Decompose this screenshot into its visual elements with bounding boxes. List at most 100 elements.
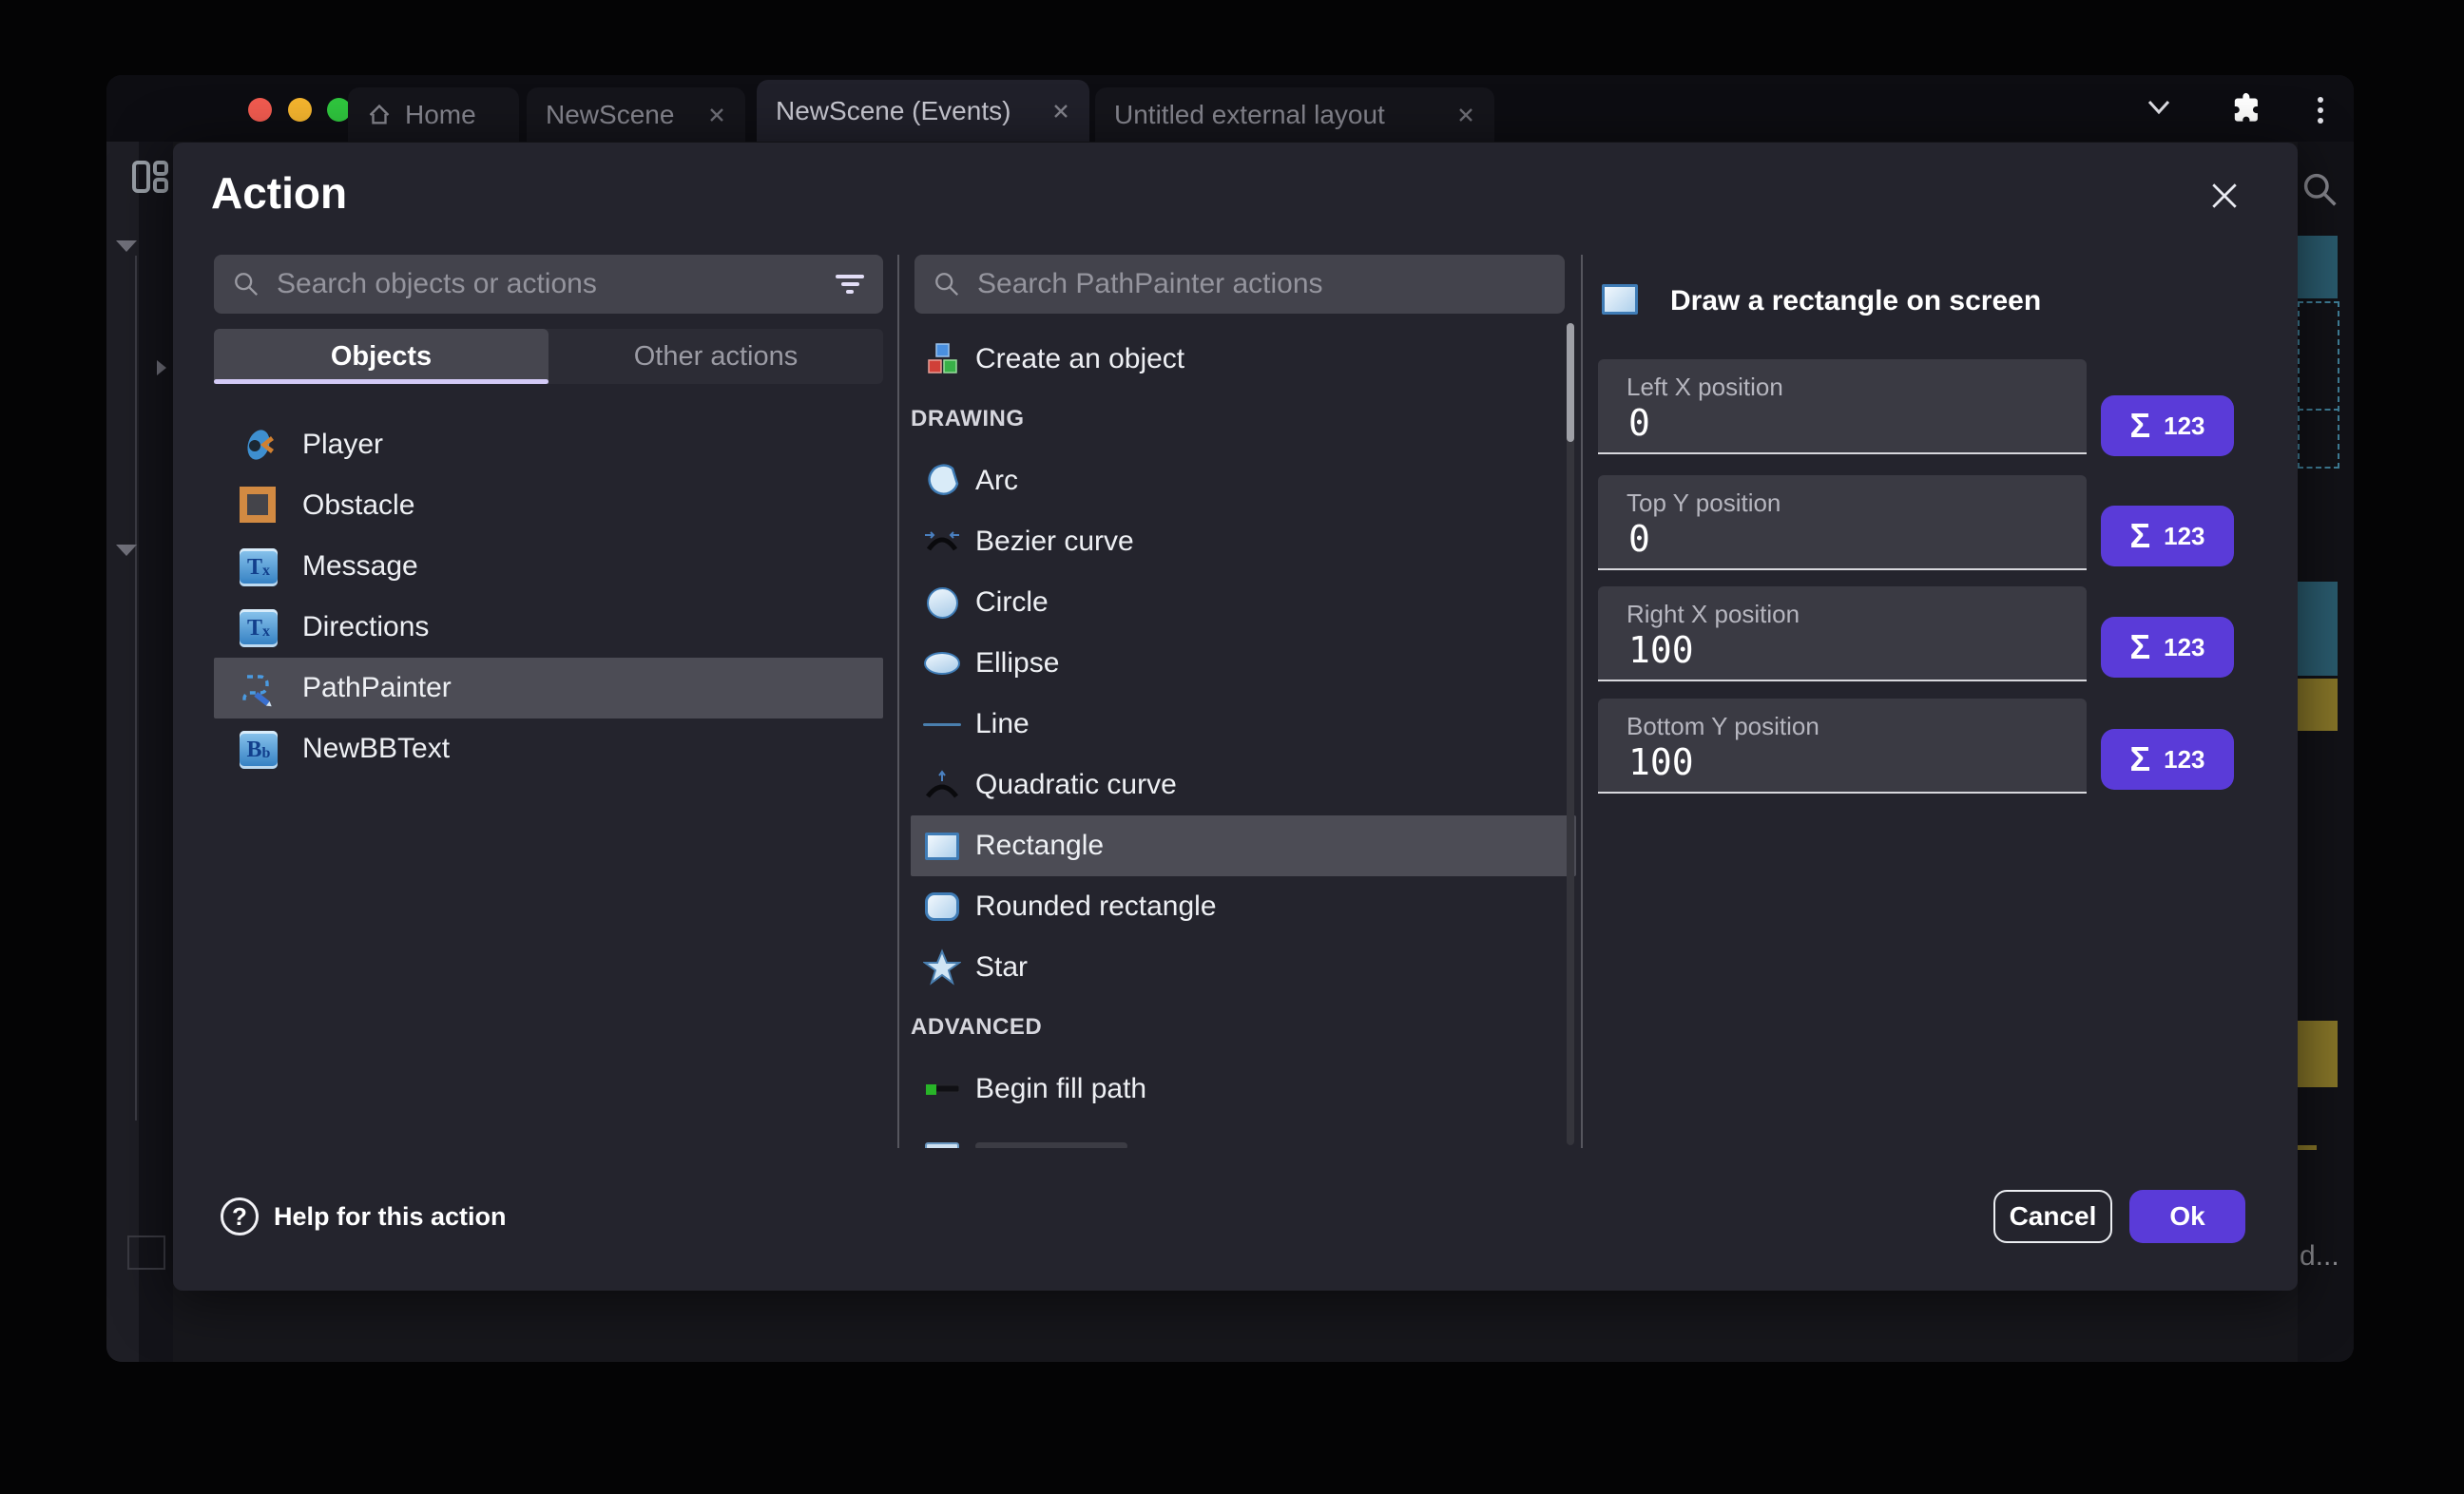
action-label: Bezier curve [975,526,1134,558]
panel-divider [897,255,899,1148]
action-row-clipped[interactable] [911,1121,1576,1148]
action-row-rectangle-selected[interactable]: Rectangle [911,815,1576,876]
section-header-drawing: DRAWING [911,406,1025,432]
expression-editor-button[interactable]: Σ 123 [2101,617,2234,678]
action-row-ellipse[interactable]: Ellipse [911,633,1576,694]
tab-close-icon[interactable] [1051,102,1070,121]
line-icon [923,705,961,743]
object-row-obstacle[interactable]: Obstacle [214,475,883,536]
traffic-close-button[interactable] [248,98,272,122]
object-label: Player [302,429,383,461]
tab-close-icon[interactable] [1456,105,1475,124]
action-row-star[interactable]: Star [911,937,1576,998]
event-action-sliver [2298,1145,2317,1150]
action-row-circle[interactable]: Circle [911,572,1576,633]
event-drop-target [2298,301,2339,469]
text-object-icon: Tx [240,548,278,586]
action-row-quadratic-curve[interactable]: Quadratic curve [911,755,1576,815]
action-row-arc[interactable]: Arc [911,450,1576,511]
object-row-player[interactable]: Player [214,414,883,475]
action-row-rounded-rectangle[interactable]: Rounded rectangle [911,876,1576,937]
tab-other-actions[interactable]: Other actions [549,329,883,384]
object-row-message[interactable]: Tx Message [214,536,883,597]
field-label: Bottom Y position [1627,712,1819,741]
tab-newscene-events[interactable]: NewScene (Events) [757,80,1089,142]
action-label: Ellipse [975,647,1059,680]
object-row-pathpainter-selected[interactable]: PathPainter [214,658,883,718]
ok-button[interactable]: Ok [2129,1190,2245,1243]
tab-untitled-external-layout[interactable]: Untitled external layout [1095,87,1494,142]
sigma-icon: Σ [2130,739,2151,779]
object-label: PathPainter [302,672,452,704]
kebab-menu-icon[interactable] [2318,92,2323,128]
action-row-bezier-curve[interactable]: Bezier curve [911,511,1576,572]
tab-label: Untitled external layout [1114,100,1385,130]
event-action-block [2298,679,2338,731]
field-label: Top Y position [1627,488,1781,518]
cancel-button[interactable]: Cancel [1993,1190,2112,1243]
action-row-line[interactable]: Line [911,694,1576,755]
help-link[interactable]: ? Help for this action [221,1197,507,1235]
action-sentence-title: Draw a rectangle on screen [1670,285,2279,317]
arc-icon [923,462,961,500]
collapse-arrow-icon[interactable] [116,240,137,252]
create-object-icon [923,340,961,378]
rectangle-icon [923,827,961,865]
filter-icon[interactable] [836,271,864,297]
tab-close-icon[interactable] [707,105,726,124]
extensions-puzzle-icon[interactable] [2232,90,2264,123]
field-label: Left X position [1627,373,1783,402]
action-label: Rounded rectangle [975,891,1217,923]
ellipse-icon [923,644,961,682]
expression-editor-button[interactable]: Σ 123 [2101,395,2234,456]
clipped-action-icon [923,1133,961,1148]
action-row-begin-fill-path[interactable]: Begin fill path [911,1059,1576,1120]
sigma-icon: Σ [2130,627,2151,667]
expression-editor-button[interactable]: Σ 123 [2101,729,2234,790]
object-row-newbbtext[interactable]: Bb NewBBText [214,718,883,779]
tab-objects[interactable]: Objects [214,329,549,384]
clipped-event-text: d... [2300,1240,2339,1273]
event-tree-line [135,256,137,1120]
help-icon: ? [221,1197,259,1235]
home-icon [367,103,392,127]
field-top-y-input[interactable] [1627,517,2049,561]
object-row-directions[interactable]: Tx Directions [214,597,883,658]
title-tab-bar: Home NewScene NewScene (Events) Untitled… [106,75,2354,142]
layout-grid-icon [131,159,169,197]
action-label: Star [975,951,1028,984]
object-search-input[interactable] [275,267,820,301]
pathpainter-icon [240,669,278,707]
action-dialog: Action Objects Other actions [173,143,2298,1291]
field-top-y: Top Y position [1598,475,2087,570]
tab-home[interactable]: Home [348,87,519,142]
chevron-down-icon[interactable] [2146,98,2171,117]
action-row-create-object[interactable]: Create an object [911,329,1576,390]
object-label: Message [302,550,418,583]
scrollbar-track[interactable] [1567,323,1574,1145]
object-label: NewBBText [302,733,450,765]
field-bottom-y-input[interactable] [1627,740,2049,784]
expression-editor-button[interactable]: Σ 123 [2101,506,2234,566]
tab-newscene[interactable]: NewScene [527,87,745,142]
panel-corner-outline [127,1235,165,1270]
action-search-input[interactable] [975,267,1546,301]
help-label: Help for this action [274,1202,507,1232]
tab-label: Home [405,100,476,130]
collapse-arrow-icon[interactable] [116,545,137,556]
scrollbar-thumb[interactable] [1567,323,1574,442]
object-label: Directions [302,611,429,643]
expand-arrow-icon[interactable] [157,360,166,375]
field-left-x: Left X position [1598,359,2087,454]
search-icon[interactable] [2300,170,2340,210]
field-right-x-input[interactable] [1627,628,2049,672]
action-label: Rectangle [975,830,1104,862]
bezier-curve-icon [923,523,961,561]
field-left-x-input[interactable] [1627,401,2049,445]
star-icon [923,948,961,986]
close-icon[interactable] [2209,181,2240,211]
panel-divider [1581,255,1583,1148]
action-label: Begin fill path [975,1073,1146,1105]
traffic-minimize-button[interactable] [288,98,312,122]
action-label: Create an object [975,343,1184,375]
